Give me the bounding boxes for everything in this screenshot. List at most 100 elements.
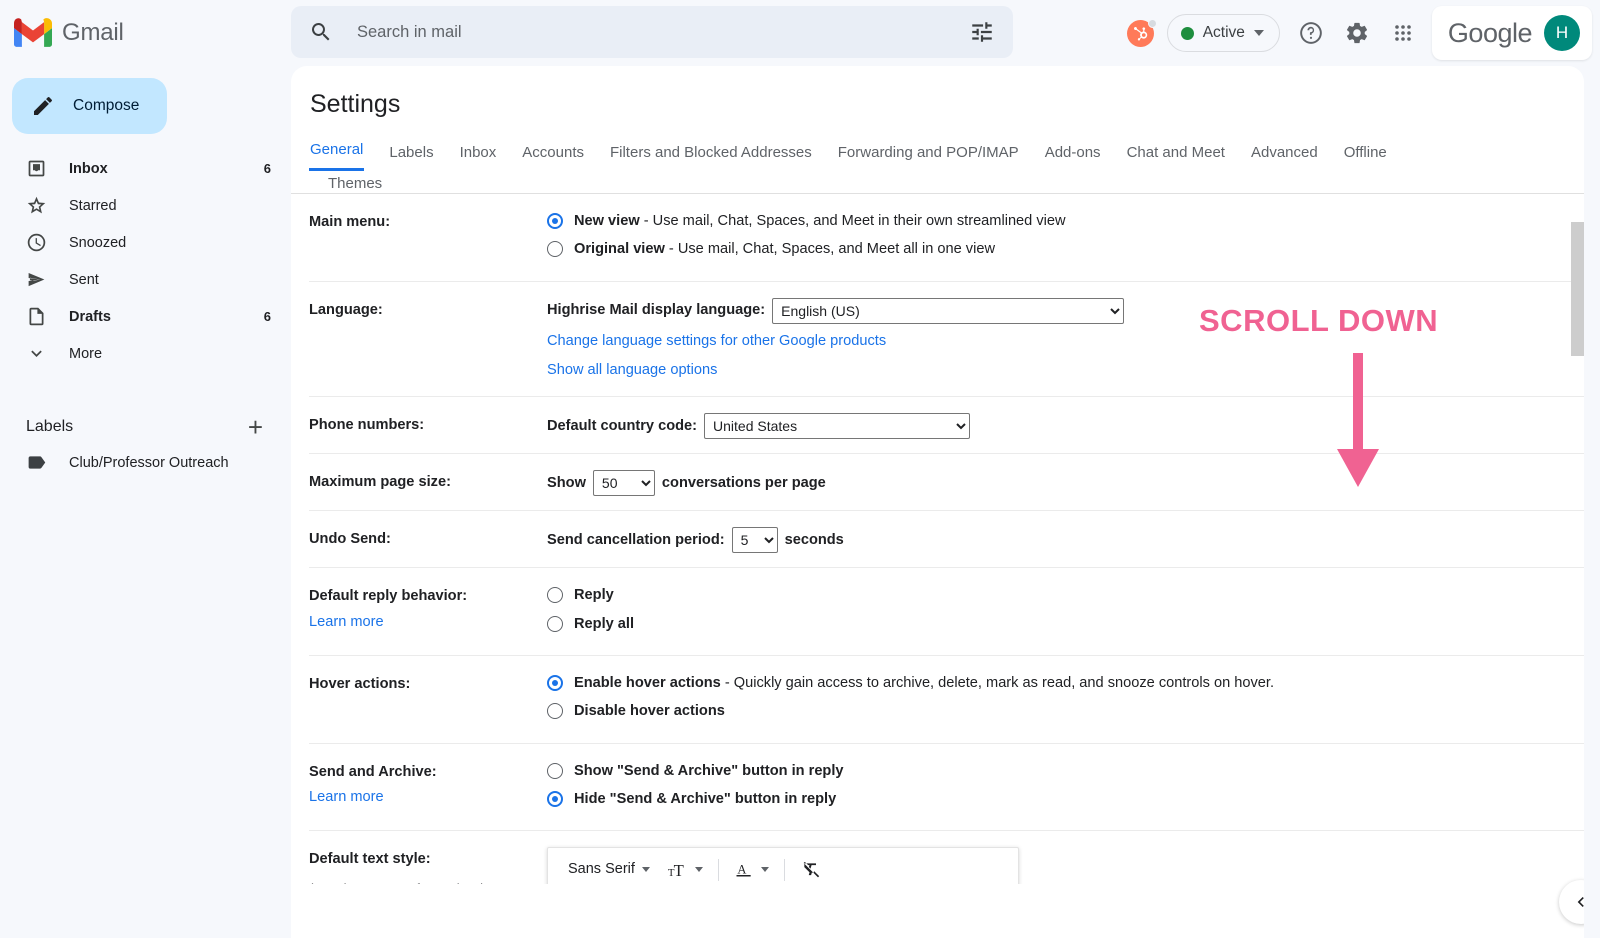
tab-advanced[interactable]: Advanced bbox=[1250, 140, 1319, 171]
google-wordmark: Google bbox=[1447, 17, 1533, 48]
option-new-view[interactable]: New view - Use mail, Chat, Spaces, and M… bbox=[547, 210, 1504, 233]
sidebar-item-starred[interactable]: Starred bbox=[0, 187, 291, 224]
undo-send-select[interactable]: 5 bbox=[731, 527, 778, 554]
page-size-select[interactable]: 50 bbox=[592, 470, 655, 497]
setting-row-send-and-archive: Send and Archive: Learn more Show "Send … bbox=[309, 744, 1584, 832]
setting-content: Show 50 conversations per page bbox=[547, 470, 1504, 497]
account-button[interactable]: Google H bbox=[1431, 6, 1592, 60]
add-label-button[interactable]: + bbox=[248, 414, 263, 440]
sidebar-item-more[interactable]: More bbox=[0, 335, 291, 372]
radio-original-view[interactable] bbox=[547, 241, 563, 258]
option-reply[interactable]: Reply bbox=[547, 584, 1504, 607]
radio-enable-hover-actions[interactable] bbox=[547, 675, 563, 692]
language-selector-row: Highrise Mail display language: English … bbox=[547, 297, 1504, 324]
sidebar-item-label: Snoozed bbox=[69, 234, 127, 251]
tab-add-ons[interactable]: Add-ons bbox=[1044, 140, 1102, 171]
toolbar-divider bbox=[783, 858, 785, 881]
settings-panel: Settings General Labels Inbox Accounts F… bbox=[291, 66, 1584, 938]
status-chip[interactable]: Active bbox=[1166, 14, 1280, 52]
tab-filters-and-blocked-addresses[interactable]: Filters and Blocked Addresses bbox=[609, 140, 813, 171]
show-all-language-options-link[interactable]: Show all language options bbox=[547, 359, 1504, 382]
radio-show-send-and-archive[interactable] bbox=[547, 762, 563, 779]
option-hide-send-and-archive[interactable]: Hide "Send & Archive" button in reply bbox=[547, 788, 1504, 811]
learn-more-link[interactable]: Learn more bbox=[309, 787, 547, 808]
text-style-toolbar: Sans Serif T T A bbox=[548, 848, 1018, 884]
toolbar-divider bbox=[717, 858, 719, 881]
change-language-settings-link[interactable]: Change language settings for other Googl… bbox=[547, 330, 1504, 353]
tab-accounts[interactable]: Accounts bbox=[521, 140, 585, 171]
sidebar-item-sent[interactable]: Sent bbox=[0, 261, 291, 298]
font-size-button[interactable]: T T bbox=[658, 855, 711, 884]
apps-grid-icon bbox=[1395, 25, 1411, 41]
chevron-down-icon bbox=[31, 350, 42, 357]
apps-grid-button[interactable] bbox=[1380, 10, 1426, 56]
tab-inbox[interactable]: Inbox bbox=[459, 140, 498, 171]
setting-row-maximum-page-size: Maximum page size: Show 50 conversations… bbox=[309, 454, 1584, 512]
help-button[interactable] bbox=[1288, 10, 1334, 56]
sidebar-item-inbox[interactable]: Inbox 6 bbox=[0, 150, 291, 187]
settings-button[interactable] bbox=[1334, 10, 1380, 56]
chevron-down-icon bbox=[694, 867, 703, 873]
option-reply-all[interactable]: Reply all bbox=[547, 613, 1504, 636]
compose-button[interactable]: Compose bbox=[12, 78, 167, 134]
brand-name: Gmail bbox=[62, 19, 124, 46]
language-select[interactable]: English (US) bbox=[772, 297, 1125, 324]
settings-tabs-row2: Themes bbox=[309, 175, 1584, 193]
radio-reply[interactable] bbox=[547, 587, 563, 604]
svg-text:T: T bbox=[674, 861, 684, 880]
tab-general[interactable]: General bbox=[309, 137, 365, 171]
option-original-view[interactable]: Original view - Use mail, Chat, Spaces, … bbox=[547, 238, 1504, 261]
setting-label: Phone numbers: bbox=[309, 417, 425, 434]
sidebar-item-drafts[interactable]: Drafts 6 bbox=[0, 298, 291, 335]
text-style-card: Sans Serif T T A bbox=[547, 847, 1019, 884]
chevron-left-icon bbox=[1577, 897, 1584, 907]
radio-hide-send-and-archive[interactable] bbox=[547, 791, 563, 808]
settings-tabs: General Labels Inbox Accounts Filters an… bbox=[291, 119, 1584, 194]
radio-reply-all[interactable] bbox=[547, 615, 563, 632]
setting-row-hover-actions: Hover actions: Enable hover actions - Qu… bbox=[309, 656, 1584, 744]
sidebar-item-count: 6 bbox=[263, 161, 271, 176]
send-icon bbox=[28, 272, 45, 287]
search-options-icon[interactable] bbox=[969, 19, 995, 45]
radio-new-view[interactable] bbox=[547, 213, 563, 229]
setting-row-main-menu: Main menu: New view - Use mail, Chat, Sp… bbox=[309, 194, 1584, 282]
setting-content: Show "Send & Archive" button in reply Hi… bbox=[547, 760, 1504, 817]
setting-label-text: Default text style: bbox=[309, 851, 431, 868]
tab-labels[interactable]: Labels bbox=[388, 140, 434, 171]
hubspot-notification-badge bbox=[1147, 19, 1157, 28]
setting-label: Maximum page size: bbox=[309, 474, 451, 491]
remove-formatting-icon bbox=[803, 861, 820, 878]
country-code-label: Default country code: bbox=[547, 417, 698, 434]
labels-header: Labels + bbox=[0, 410, 291, 444]
page-size-suffix: conversations per page bbox=[661, 474, 826, 491]
tab-forwarding-and-pop-imap[interactable]: Forwarding and POP/IMAP bbox=[837, 140, 1020, 171]
search-bar[interactable] bbox=[291, 6, 1013, 58]
sidebar-nav-list: Inbox 6 Starred Snoozed Sent Drafts 6 Mo… bbox=[0, 150, 291, 372]
compose-label: Compose bbox=[73, 97, 140, 114]
option-show-send-and-archive[interactable]: Show "Send & Archive" button in reply bbox=[547, 760, 1504, 783]
tab-offline[interactable]: Offline bbox=[1343, 140, 1388, 171]
sidebar-item-snoozed[interactable]: Snoozed bbox=[0, 224, 291, 261]
setting-label: Language: bbox=[309, 301, 383, 318]
option-enable-hover-actions[interactable]: Enable hover actions - Quickly gain acce… bbox=[547, 672, 1504, 695]
tab-chat-and-meet[interactable]: Chat and Meet bbox=[1126, 140, 1226, 171]
search-input[interactable] bbox=[355, 21, 969, 43]
clock-icon bbox=[27, 233, 46, 252]
text-color-button[interactable]: A bbox=[726, 855, 777, 884]
option-disable-hover-actions[interactable]: Disable hover actions bbox=[547, 700, 1504, 723]
avatar[interactable]: H bbox=[1544, 15, 1580, 51]
setting-content: Sans Serif T T A bbox=[547, 847, 1504, 884]
learn-more-link[interactable]: Learn more bbox=[309, 612, 547, 633]
collapse-panel-button[interactable] bbox=[1559, 880, 1584, 924]
option-text: Reply all bbox=[574, 615, 635, 632]
sidebar-item-label: Inbox bbox=[69, 160, 108, 177]
font-family-button[interactable]: Sans Serif bbox=[560, 853, 658, 884]
hubspot-button[interactable] bbox=[1119, 11, 1163, 55]
sidebar-label-club-professor-outreach[interactable]: Club/Professor Outreach bbox=[0, 444, 291, 481]
gmail-brand[interactable]: Gmail bbox=[14, 10, 124, 56]
radio-disable-hover-actions[interactable] bbox=[547, 703, 563, 720]
page-size-prefix: Show bbox=[547, 474, 586, 491]
country-code-select[interactable]: United States bbox=[704, 413, 971, 440]
remove-formatting-button[interactable] bbox=[792, 855, 830, 884]
settings-scrollbar-thumb[interactable] bbox=[1571, 222, 1584, 356]
